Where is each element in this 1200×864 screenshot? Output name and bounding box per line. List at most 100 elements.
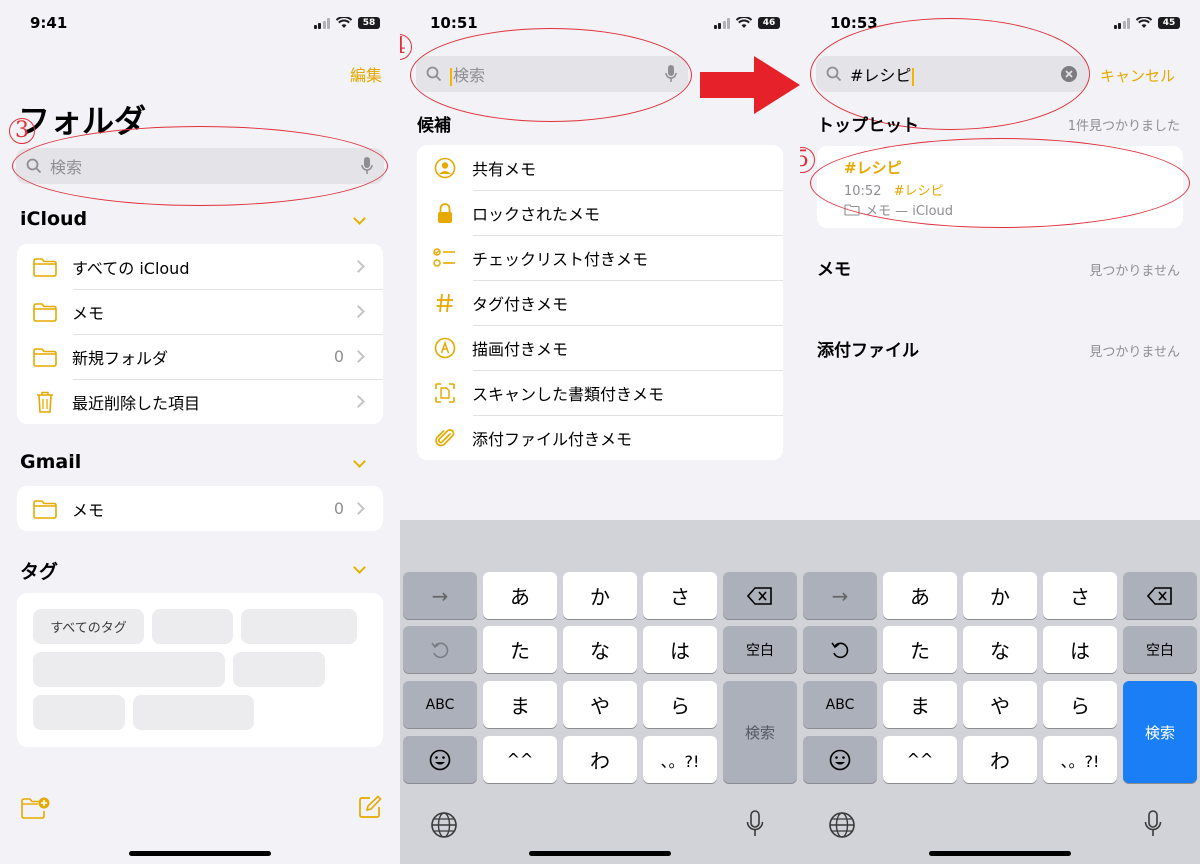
top-hit-count: 1件見つかりました — [1067, 119, 1180, 134]
suggestion-row[interactable]: チェックリスト付きメモ — [417, 235, 783, 280]
status-bar: 10:53 45 — [800, 14, 1200, 36]
suggestion-row[interactable]: タグ付きメモ — [417, 280, 783, 325]
key-na[interactable]: な — [563, 626, 637, 673]
key-wa[interactable]: わ — [963, 736, 1037, 783]
section-header-gmail: Gmail — [20, 451, 82, 473]
key-ma[interactable]: ま — [883, 681, 957, 728]
wifi-icon — [1136, 17, 1152, 28]
key-ka[interactable]: か — [963, 572, 1037, 619]
chevron-down-icon[interactable] — [353, 561, 366, 574]
folder-row[interactable]: すべての iCloud — [17, 244, 383, 289]
abc-key[interactable]: ABC — [803, 681, 877, 728]
key-ya[interactable]: や — [563, 681, 637, 728]
globe-icon[interactable] — [430, 811, 458, 839]
backspace-key[interactable] — [723, 572, 797, 619]
key-ya[interactable]: や — [963, 681, 1037, 728]
space-key[interactable]: 空白 — [723, 626, 797, 673]
key-sa[interactable]: さ — [1043, 572, 1117, 619]
key-wa[interactable]: わ — [563, 736, 637, 783]
suggestion-row[interactable]: 添付ファイル付きメモ — [417, 415, 783, 460]
search-key[interactable]: 検索 — [723, 681, 797, 783]
folder-row[interactable]: 新規フォルダ 0 — [17, 334, 383, 379]
red-arrow-icon — [700, 56, 800, 114]
top-hit-result[interactable]: #レシピ 10:52 #レシピ メモ — iCloud — [817, 146, 1183, 228]
key-punctuation[interactable]: 、。?! — [643, 736, 717, 783]
dictation-microphone-icon[interactable] — [1143, 809, 1163, 839]
emoji-key[interactable] — [403, 736, 477, 783]
folders-screen: 9:41 58 編集 フォルダ 検索 3 iCloud すべての iCloud … — [0, 0, 400, 864]
emoji-key[interactable] — [803, 736, 877, 783]
cancel-button[interactable]: キャンセル — [1100, 65, 1175, 86]
key-a[interactable]: あ — [883, 572, 957, 619]
tag-pill[interactable] — [233, 652, 325, 687]
key-kaomoji[interactable]: ^^ — [483, 736, 557, 783]
key-ra[interactable]: ら — [1043, 681, 1117, 728]
paperclip-icon — [435, 428, 455, 446]
globe-icon[interactable] — [828, 811, 856, 839]
undo-key[interactable] — [403, 626, 477, 673]
result-time: 10:52 — [844, 184, 882, 199]
chevron-down-icon[interactable] — [353, 455, 366, 468]
section-header-tags: タグ — [20, 561, 59, 583]
trash-icon — [37, 391, 53, 413]
key-a[interactable]: あ — [483, 572, 557, 619]
microphone-icon[interactable] — [360, 156, 374, 176]
suggestion-row[interactable]: 描画付きメモ — [417, 325, 783, 370]
key-arrow[interactable]: → — [803, 572, 877, 619]
abc-key[interactable]: ABC — [403, 681, 477, 728]
tag-pill[interactable] — [152, 609, 233, 644]
status-time: 10:51 — [430, 14, 478, 32]
backspace-key[interactable] — [1123, 572, 1197, 619]
dictation-microphone-icon[interactable] — [745, 809, 765, 839]
folder-row[interactable]: 最近削除した項目 — [17, 379, 383, 424]
key-na[interactable]: な — [963, 626, 1037, 673]
suggestion-row[interactable]: ロックされたメモ — [417, 190, 783, 235]
search-field[interactable]: #レシピ — [816, 56, 1088, 92]
tag-pill[interactable] — [133, 695, 254, 730]
all-tags-pill[interactable]: すべてのタグ — [33, 609, 144, 644]
key-ha[interactable]: は — [643, 626, 717, 673]
tag-pill[interactable] — [241, 609, 357, 644]
space-key[interactable]: 空白 — [1123, 626, 1197, 673]
tag-browser: すべてのタグ — [17, 593, 383, 747]
doc-scan-icon — [435, 382, 455, 403]
microphone-icon[interactable] — [664, 64, 678, 84]
key-ka[interactable]: か — [563, 572, 637, 619]
key-ra[interactable]: ら — [643, 681, 717, 728]
key-ta[interactable]: た — [883, 626, 957, 673]
suggestion-row[interactable]: 共有メモ — [417, 145, 783, 190]
folder-icon — [33, 347, 57, 367]
edit-button[interactable]: 編集 — [350, 62, 382, 86]
folder-icon — [844, 203, 860, 216]
key-ha[interactable]: は — [1043, 626, 1117, 673]
chevron-right-icon — [352, 395, 365, 408]
folder-label: メモ — [72, 500, 105, 520]
folder-row[interactable]: メモ — [17, 289, 383, 334]
search-field[interactable]: 検索 — [16, 148, 384, 184]
key-sa[interactable]: さ — [643, 572, 717, 619]
key-ma[interactable]: ま — [483, 681, 557, 728]
battery-icon: 45 — [1158, 17, 1180, 29]
key-punctuation[interactable]: 、。?! — [1043, 736, 1117, 783]
tag-pill[interactable] — [33, 695, 125, 730]
new-folder-icon[interactable] — [20, 796, 50, 820]
signal-icon — [1113, 17, 1130, 29]
undo-key[interactable] — [803, 626, 877, 673]
tag-pill[interactable] — [33, 652, 225, 687]
chevron-down-icon[interactable] — [353, 212, 366, 225]
compose-icon[interactable] — [358, 795, 382, 819]
key-arrow[interactable]: → — [403, 572, 477, 619]
hashtag-icon — [436, 293, 453, 312]
folder-row[interactable]: メモ 0 — [17, 486, 383, 531]
search-field[interactable]: 検索 — [416, 56, 688, 92]
signal-icon — [313, 17, 330, 29]
suggestion-row[interactable]: スキャンした書類付きメモ — [417, 370, 783, 415]
home-indicator — [929, 851, 1071, 856]
lock-icon — [438, 202, 452, 223]
search-key[interactable]: 検索 — [1123, 681, 1197, 783]
key-kaomoji[interactable]: ^^ — [883, 736, 957, 783]
suggestion-label: 描画付きメモ — [472, 339, 569, 359]
suggestion-label: チェックリスト付きメモ — [472, 249, 649, 269]
clear-icon[interactable] — [1060, 65, 1078, 83]
key-ta[interactable]: た — [483, 626, 557, 673]
